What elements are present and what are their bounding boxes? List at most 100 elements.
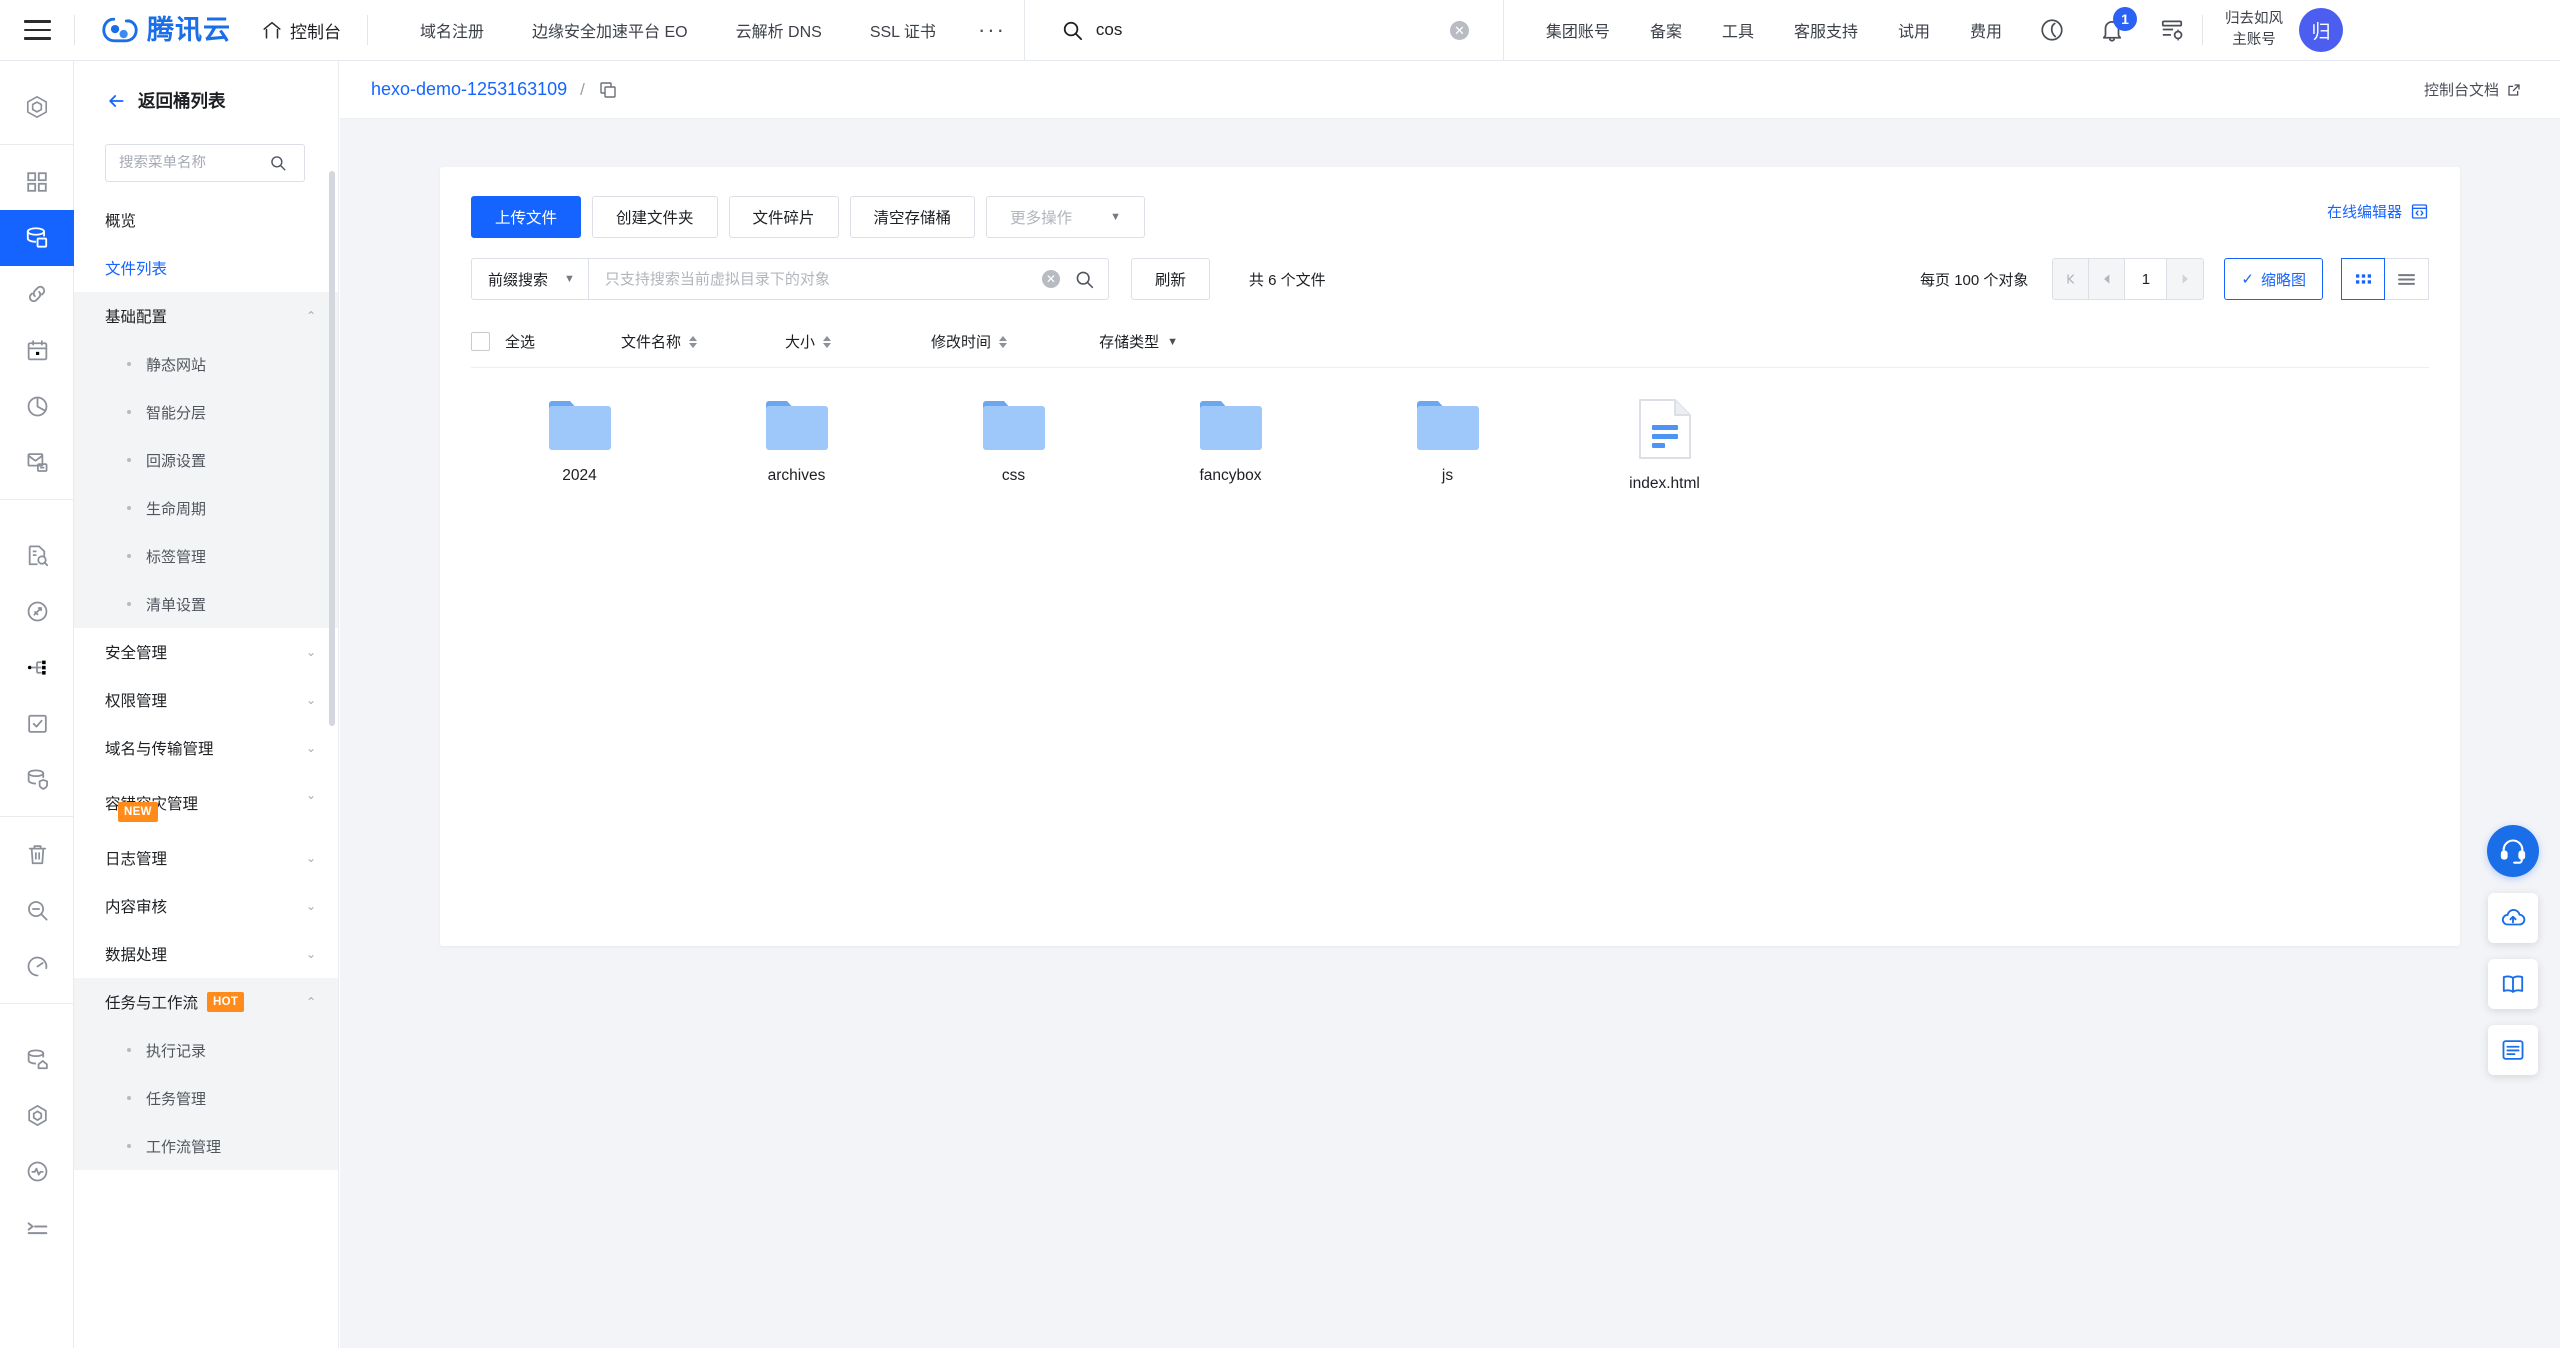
nav-more-button[interactable]: ···	[960, 19, 1024, 41]
console-docs-link[interactable]: 控制台文档	[2424, 79, 2522, 100]
rail-item-backup[interactable]	[0, 1031, 74, 1087]
hamburger-menu-button[interactable]	[0, 0, 74, 61]
workbench-button[interactable]	[2142, 17, 2202, 43]
customer-service-button[interactable]	[2487, 825, 2539, 877]
global-search[interactable]: ✕	[1043, 10, 1503, 50]
nav-item-dns[interactable]: 云解析 DNS	[712, 18, 846, 42]
nav-item-billing[interactable]: 费用	[1950, 18, 2022, 42]
grid-item[interactable]: index.html	[1556, 398, 1773, 493]
select-all-checkbox[interactable]	[471, 332, 490, 351]
avatar[interactable]: 归	[2299, 8, 2344, 52]
nav-item-beian[interactable]: 备案	[1630, 18, 1702, 42]
rail-item-hexagon[interactable]	[0, 1087, 74, 1143]
search-clear-button[interactable]: ✕	[1449, 20, 1469, 40]
rail-item-monitor[interactable]	[0, 1143, 74, 1199]
settings-panel-button[interactable]	[2488, 1025, 2538, 1075]
nav-item-ssl[interactable]: SSL 证书	[846, 18, 960, 42]
nav-item-domain-register[interactable]: 域名注册	[396, 18, 508, 42]
rail-item-analytics[interactable]	[0, 378, 74, 434]
sidebar-scrollbar[interactable]	[329, 171, 335, 726]
documentation-button[interactable]	[2488, 959, 2538, 1009]
sidebar-group-header[interactable]: 基础配置 ⌃	[74, 292, 338, 340]
object-search-input[interactable]	[604, 270, 1042, 288]
sidebar-group-domain-transfer[interactable]: 域名与传输管理 ⌄	[74, 724, 338, 772]
user-account-menu[interactable]: 归去如风 主账号	[2203, 9, 2299, 51]
page-next-button[interactable]	[2167, 259, 2204, 299]
column-header-size[interactable]: 大小	[785, 331, 832, 352]
sidebar-group-data-processing[interactable]: 数据处理 ⌄	[74, 930, 338, 978]
rail-item-link[interactable]	[0, 266, 74, 322]
feedback-button[interactable]	[2488, 893, 2538, 943]
rail-item-performance[interactable]	[0, 938, 74, 994]
online-editor-link[interactable]: 在线编辑器	[2327, 201, 2429, 222]
column-header-modified[interactable]: 修改时间	[931, 331, 1008, 352]
rail-item-tasks[interactable]	[0, 695, 74, 751]
column-header-filename[interactable]: 文件名称	[621, 331, 698, 352]
sidebar-item-task-management[interactable]: 任务管理	[74, 1074, 338, 1122]
search-icon[interactable]	[1074, 269, 1095, 290]
grid-item[interactable]: fancybox	[1122, 398, 1339, 493]
clear-search-button[interactable]: ✕	[1041, 270, 1060, 288]
rail-item-calendar[interactable]	[0, 322, 74, 378]
sidebar-group-fault-tolerance[interactable]: 容错容灾管理 NEW ⌄	[74, 772, 338, 834]
rail-item-apps[interactable]	[0, 154, 74, 210]
thumbnail-toggle-button[interactable]: ✓ 缩略图	[2224, 258, 2323, 300]
clear-bucket-button[interactable]: 清空存储桶	[849, 196, 976, 238]
sidebar-item-tag-management[interactable]: 标签管理	[74, 532, 338, 580]
sidebar-group-permissions[interactable]: 权限管理 ⌄	[74, 676, 338, 724]
sidebar-item-intelligent-tiering[interactable]: 智能分层	[74, 388, 338, 436]
nav-item-support[interactable]: 客服支持	[1774, 18, 1878, 42]
grid-item[interactable]: 2024	[471, 398, 688, 493]
sidebar-item-file-list[interactable]: 文件列表	[74, 244, 338, 292]
page-prev-button[interactable]	[2089, 259, 2126, 299]
refresh-button[interactable]: 刷新	[1130, 258, 1210, 300]
sidebar-search-input[interactable]	[119, 155, 269, 171]
rail-item-collapse[interactable]	[0, 1199, 74, 1255]
global-search-input[interactable]	[1095, 20, 1436, 40]
grid-item[interactable]: js	[1339, 398, 1556, 493]
sidebar-menu-search[interactable]	[105, 144, 305, 182]
page-number[interactable]: 1	[2125, 259, 2168, 299]
rail-item-messages[interactable]	[0, 434, 74, 490]
nav-item-trial[interactable]: 试用	[1878, 18, 1950, 42]
grid-item[interactable]: css	[905, 398, 1122, 493]
sidebar-item-origin-settings[interactable]: 回源设置	[74, 436, 338, 484]
sidebar-item-overview[interactable]: 概览	[74, 196, 338, 244]
sidebar-group-header[interactable]: 任务与工作流 HOT ⌃	[74, 978, 338, 1026]
search-mode-select[interactable]: 前缀搜索 ▼	[471, 258, 588, 300]
sidebar-item-inventory-settings[interactable]: 清单设置	[74, 580, 338, 628]
object-search-box[interactable]: ✕	[587, 258, 1109, 300]
sidebar-item-execution-records[interactable]: 执行记录	[74, 1026, 338, 1074]
grid-item[interactable]: archives	[688, 398, 905, 493]
sidebar-item-static-website[interactable]: 静态网站	[74, 340, 338, 388]
brand-logo[interactable]: 腾讯云	[75, 15, 231, 45]
page-first-button[interactable]	[2053, 259, 2090, 299]
theme-toggle-button[interactable]	[2022, 17, 2082, 43]
file-fragments-button[interactable]: 文件碎片	[728, 196, 839, 238]
rail-item-cube[interactable]	[0, 79, 74, 135]
list-view-button[interactable]	[2385, 258, 2429, 300]
back-to-bucket-list-button[interactable]: 返回桶列表	[74, 61, 338, 113]
notifications-button[interactable]: 1	[2082, 7, 2142, 43]
nav-item-tools[interactable]: 工具	[1702, 18, 1774, 42]
nav-item-edgeone[interactable]: 边缘安全加速平台 EO	[508, 18, 712, 42]
console-link[interactable]: 控制台	[261, 18, 341, 43]
sidebar-group-content-moderation[interactable]: 内容审核 ⌄	[74, 882, 338, 930]
rail-item-db-security[interactable]	[0, 751, 74, 807]
create-folder-button[interactable]: 创建文件夹	[592, 196, 718, 238]
rail-item-inspect[interactable]	[0, 882, 74, 938]
more-actions-dropdown[interactable]: 更多操作 ▼	[986, 196, 1145, 238]
sidebar-item-lifecycle[interactable]: 生命周期	[74, 484, 338, 532]
nav-item-group-account[interactable]: 集团账号	[1526, 18, 1630, 42]
rail-item-network[interactable]	[0, 639, 74, 695]
breadcrumb-bucket-link[interactable]: hexo-demo-1253163109	[371, 79, 567, 100]
sidebar-item-workflow-management[interactable]: 工作流管理	[74, 1122, 338, 1170]
rail-item-audit[interactable]	[0, 527, 74, 583]
rail-item-recycle[interactable]	[0, 826, 74, 882]
copy-path-button[interactable]	[598, 80, 618, 100]
rail-item-security-scan[interactable]	[0, 583, 74, 639]
rail-item-storage[interactable]	[0, 210, 74, 266]
upload-file-button[interactable]: 上传文件	[471, 196, 582, 238]
sidebar-group-log-management[interactable]: 日志管理 ⌄	[74, 834, 338, 882]
column-header-storage-class[interactable]: 存储类型 ▼	[1099, 331, 1178, 352]
